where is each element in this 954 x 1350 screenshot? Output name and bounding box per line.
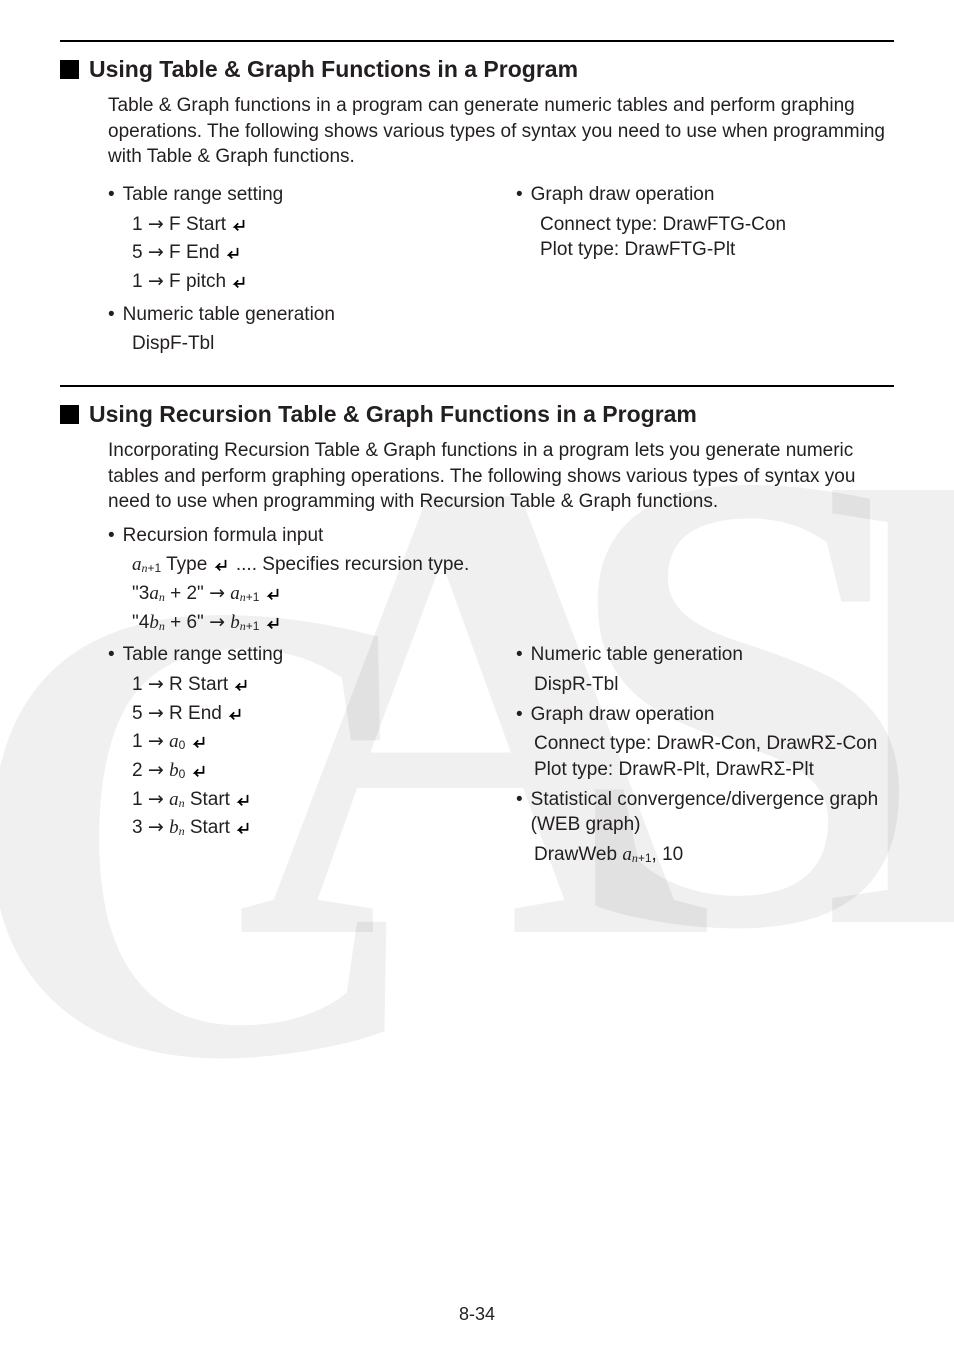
subscript: 0: [179, 738, 186, 752]
section-title-2: Using Recursion Table & Graph Functions …: [60, 399, 894, 430]
var-a: a: [230, 583, 240, 604]
col-left: • Table range setting 1 → R Start 5 → R …: [108, 638, 486, 867]
square-bullet-icon: [60, 405, 79, 424]
enter-icon: [265, 613, 283, 639]
enter-icon: [235, 790, 253, 816]
bullet-dot: •: [516, 642, 523, 668]
bullet-dot: •: [516, 182, 523, 208]
line: "3an + 2" → an+1: [132, 581, 894, 610]
line: 5 → F End: [132, 240, 486, 269]
col-right: • Graph draw operation Connect type: Dra…: [516, 178, 894, 357]
enter-icon: [213, 555, 231, 581]
bullet: • Table range setting: [108, 182, 486, 208]
line: 1 → an Start: [132, 787, 486, 816]
bullet-dot: •: [108, 302, 115, 328]
enter-icon: [265, 584, 283, 610]
line: DispR-Tbl: [534, 672, 894, 698]
bullet-dot: •: [108, 182, 115, 208]
arrow-right-icon: →: [148, 730, 164, 752]
bullet: • Numeric table generation: [108, 302, 486, 328]
enter-icon: [231, 272, 249, 298]
arrow-right-icon: →: [148, 759, 164, 781]
arrow-right-icon: →: [148, 213, 164, 235]
subscript-plus: +1: [246, 619, 260, 633]
bullet: • Numeric table generation: [516, 642, 894, 668]
line: 5 → R End: [132, 701, 486, 730]
page-content: Using Table & Graph Functions in a Progr…: [60, 40, 894, 867]
bullet-text: Graph draw operation: [531, 702, 715, 728]
bullet-text: Table range setting: [123, 182, 284, 208]
arrow-right-icon: →: [209, 582, 225, 604]
line: Connect type: DrawFTG-Con: [540, 212, 894, 238]
line: Plot type: DrawR-Plt, DrawRΣ-Plt: [534, 757, 894, 783]
var-b: b: [169, 760, 179, 781]
subscript-plus: +1: [148, 561, 162, 575]
line: Plot type: DrawFTG-Plt: [540, 237, 894, 263]
section-title-text: Using Table & Graph Functions in a Progr…: [89, 54, 578, 85]
enter-icon: [231, 215, 249, 241]
enter-icon: [233, 675, 251, 701]
line: 2 → b0: [132, 758, 486, 787]
line: DrawWeb an+1, 10: [534, 842, 894, 868]
enter-icon: [191, 732, 209, 758]
enter-icon: [227, 704, 245, 730]
section-intro: Incorporating Recursion Table & Graph fu…: [108, 438, 894, 515]
columns-1: • Table range setting 1 → F Start 5 → F …: [108, 178, 894, 357]
var-b: b: [169, 817, 179, 838]
line: 1 → a0: [132, 729, 486, 758]
bullet-text: Numeric table generation: [531, 642, 743, 668]
bullet-dot: •: [108, 642, 115, 668]
line: an+1 Type .... Specifies recursion type.: [132, 552, 894, 581]
bullet: • Recursion formula input: [108, 523, 894, 549]
arrow-right-icon: →: [148, 702, 164, 724]
var-a: a: [149, 583, 159, 604]
bullet-text: Numeric table generation: [123, 302, 335, 328]
subscript-plus: +1: [638, 851, 652, 865]
bullet: • Graph draw operation: [516, 702, 894, 728]
enter-icon: [191, 761, 209, 787]
enter-icon: [225, 243, 243, 269]
bullet-text: Table range setting: [123, 642, 284, 668]
var-a: a: [169, 789, 179, 810]
var-a: a: [622, 844, 632, 865]
subscript: 0: [179, 767, 186, 781]
bullet: • Table range setting: [108, 642, 486, 668]
bullet-text: Statistical convergence/divergence graph…: [531, 787, 878, 838]
line: 1 → F Start: [132, 212, 486, 241]
bullet-dot: •: [108, 523, 115, 549]
bullet-text: Graph draw operation: [531, 182, 715, 208]
arrow-right-icon: →: [148, 673, 164, 695]
section-title-1: Using Table & Graph Functions in a Progr…: [60, 54, 894, 85]
arrow-right-icon: →: [209, 611, 225, 633]
page-number: 8-34: [0, 1302, 954, 1326]
square-bullet-icon: [60, 60, 79, 79]
pre-block: • Recursion formula input an+1 Type ....…: [108, 523, 894, 639]
section-title-text: Using Recursion Table & Graph Functions …: [89, 399, 697, 430]
line: 3 → bn Start: [132, 815, 486, 844]
arrow-right-icon: →: [148, 788, 164, 810]
bullet: • Statistical convergence/divergence gra…: [516, 787, 894, 838]
var-a: a: [132, 554, 142, 575]
subscript-plus: +1: [246, 590, 260, 604]
columns-2: • Table range setting 1 → R Start 5 → R …: [108, 638, 894, 867]
var-b: b: [149, 612, 159, 633]
line: 1 → F pitch: [132, 269, 486, 298]
section-intro: Table & Graph functions in a program can…: [108, 93, 894, 170]
line: DispF-Tbl: [132, 331, 486, 357]
arrow-right-icon: →: [148, 816, 164, 838]
bullet: • Graph draw operation: [516, 182, 894, 208]
var-a: a: [169, 731, 179, 752]
col-left: • Table range setting 1 → F Start 5 → F …: [108, 178, 486, 357]
enter-icon: [235, 818, 253, 844]
bullet-dot: •: [516, 702, 523, 728]
arrow-right-icon: →: [148, 270, 164, 292]
bullet-dot: •: [516, 787, 523, 838]
col-right: • Numeric table generation DispR-Tbl • G…: [516, 638, 894, 867]
arrow-right-icon: →: [148, 241, 164, 263]
line: Connect type: DrawR-Con, DrawRΣ-Con: [534, 731, 894, 757]
var-b: b: [230, 612, 240, 633]
line: 1 → R Start: [132, 672, 486, 701]
bullet-text: Recursion formula input: [123, 523, 324, 549]
line: "4bn + 6" → bn+1: [132, 610, 894, 639]
